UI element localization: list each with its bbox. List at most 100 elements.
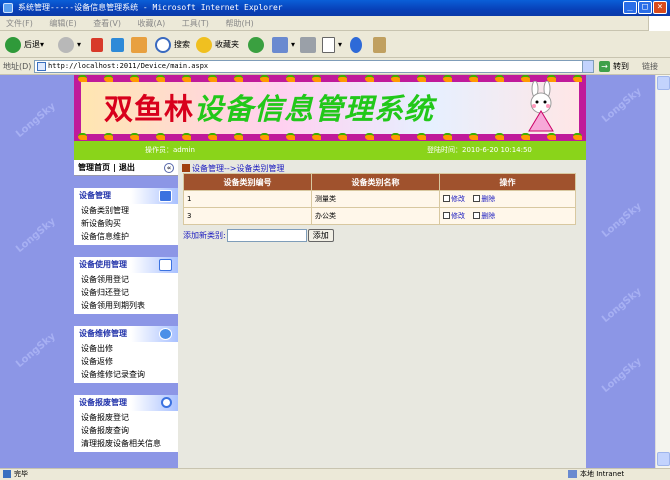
menu-file[interactable]: 文件(F) xyxy=(6,19,33,28)
sidebar-item-purchase[interactable]: 新设备购买 xyxy=(81,217,178,230)
scroll-down-icon[interactable] xyxy=(657,452,670,466)
cell-id: 1 xyxy=(183,190,312,208)
stop-button[interactable] xyxy=(91,36,106,54)
favorites-button[interactable]: 收藏夹 xyxy=(196,36,239,54)
watermark: LongSky xyxy=(600,200,644,241)
sidebar-item-due-list[interactable]: 设备领用到期列表 xyxy=(81,299,178,312)
col-header-name: 设备类别名称 xyxy=(311,173,440,191)
minimize-button[interactable]: _ xyxy=(623,1,637,14)
search-icon xyxy=(155,37,171,53)
print-button[interactable] xyxy=(300,36,319,54)
menu-section-scrap: 设备报废管理 设备报废登记 设备报废查询 清理报废设备相关信息 xyxy=(74,395,178,450)
clipboard-icon xyxy=(159,259,172,271)
menu-favorites[interactable]: 收藏(A) xyxy=(138,19,166,28)
edit-page-button[interactable]: ▾ xyxy=(322,36,342,54)
category-table: 设备类别编号 设备类别名称 操作 1 测量类 修改 删除 3 办公类 修改 删除 xyxy=(183,173,576,225)
banner-title: 双鱼林设备信息管理系统 xyxy=(104,86,434,128)
sidebar-item-repair-out[interactable]: 设备出修 xyxy=(81,342,178,355)
sidebar-item-borrow-register[interactable]: 设备领用登记 xyxy=(81,273,178,286)
table-row: 1 测量类 修改 删除 xyxy=(183,190,576,208)
section-header[interactable]: 设备管理 xyxy=(74,188,178,204)
sidebar-item-return-register[interactable]: 设备归还登记 xyxy=(81,286,178,299)
delete-link[interactable]: 删除 xyxy=(473,212,495,220)
menu-help[interactable]: 帮助(H) xyxy=(225,19,253,28)
research-button[interactable] xyxy=(373,36,389,54)
go-button[interactable]: → 转到 xyxy=(599,61,629,72)
add-category-input[interactable] xyxy=(226,229,307,242)
menu-view[interactable]: 查看(V) xyxy=(93,19,121,28)
search-button[interactable]: 搜索 xyxy=(155,36,190,54)
operator-text: 操作员：admin xyxy=(145,146,195,154)
sidebar-item-category-manage[interactable]: 设备类别管理 xyxy=(81,204,178,217)
sidebar: 管理首页 | 退出 « 设备管理 设备类别管理 新设备购买 设备信息维护 设备使用管… xyxy=(74,160,178,468)
breadcrumb-text[interactable]: 设备管理-->设备类别管理 xyxy=(192,164,284,173)
back-label: 后退 xyxy=(24,40,40,49)
sidebar-item-repair-query[interactable]: 设备维修记录查询 xyxy=(81,368,178,381)
nav-separator: | xyxy=(113,163,116,172)
history-button[interactable] xyxy=(248,36,267,54)
address-label: 地址(D) xyxy=(3,62,32,71)
menu-bar: 文件(F) 编辑(E) 查看(V) 收藏(A) 工具(T) 帮助(H) xyxy=(0,16,670,31)
page-done-icon xyxy=(3,470,11,478)
ie-icon xyxy=(3,3,13,13)
scroll-up-icon[interactable] xyxy=(657,76,670,90)
forward-button[interactable]: ▾ xyxy=(58,36,81,54)
mail-icon xyxy=(272,37,288,53)
menu-edit[interactable]: 编辑(E) xyxy=(49,19,76,28)
admin-home-link[interactable]: 管理首页 xyxy=(78,163,110,172)
back-button[interactable]: 后退 ▾ xyxy=(5,36,44,54)
add-category-button[interactable]: 添加 xyxy=(307,229,334,242)
sidebar-item-info-maintain[interactable]: 设备信息维护 xyxy=(81,230,178,243)
user-info-bar: 操作员：admin 登陆时间：2010-6-20 10:14:50 xyxy=(74,141,586,160)
main-content: 设备管理-->设备类别管理 设备类别编号 设备类别名称 操作 1 测量类 修改 xyxy=(178,160,586,468)
section-header[interactable]: 设备维修管理 xyxy=(74,326,178,342)
url-input[interactable]: http://localhost:2011/Device/main.aspx xyxy=(34,60,594,73)
watermark: LongSky xyxy=(600,85,644,126)
mail-button[interactable]: ▾ xyxy=(272,36,295,54)
watermark: LongSky xyxy=(14,330,58,371)
sidebar-gap xyxy=(74,452,178,468)
refresh-button[interactable] xyxy=(111,36,127,54)
refresh-icon xyxy=(111,38,124,52)
maximize-button[interactable]: □ xyxy=(638,1,652,14)
add-category-form: 添加新类别: 添加 xyxy=(183,229,334,242)
sidebar-item-repair-return[interactable]: 设备返修 xyxy=(81,355,178,368)
sidebar-gap xyxy=(74,314,178,326)
section-header[interactable]: 设备报废管理 xyxy=(74,395,178,411)
sidebar-item-scrap-cleanup[interactable]: 清理报废设备相关信息 xyxy=(81,437,178,450)
collapse-sidebar-icon[interactable]: « xyxy=(164,163,174,173)
window-title: 系统管理-----设备信息管理系统 - Microsoft Internet E… xyxy=(18,3,283,12)
stop-icon xyxy=(91,38,103,52)
window-titlebar: 系统管理-----设备信息管理系统 - Microsoft Internet E… xyxy=(0,0,670,16)
sidebar-item-scrap-register[interactable]: 设备报废登记 xyxy=(81,411,178,424)
address-bar: 地址(D) http://localhost:2011/Device/main.… xyxy=(0,58,670,75)
section-title: 设备维修管理 xyxy=(79,329,127,338)
section-title: 设备报废管理 xyxy=(79,398,127,407)
table-row: 3 办公类 修改 删除 xyxy=(183,207,576,225)
close-button[interactable]: × xyxy=(653,1,667,14)
vertical-scrollbar[interactable] xyxy=(655,75,670,468)
messenger-button[interactable] xyxy=(350,36,365,54)
logout-link[interactable]: 退出 xyxy=(119,163,135,172)
banner-title-part2: 设备信息管理系统 xyxy=(194,92,435,126)
section-header[interactable]: 设备使用管理 xyxy=(74,257,178,273)
menu-section-usage: 设备使用管理 设备领用登记 设备归还登记 设备领用到期列表 xyxy=(74,257,178,312)
back-arrow-icon xyxy=(5,37,21,53)
edit-link[interactable]: 修改 xyxy=(443,195,465,203)
zone-text: 本地 Intranet xyxy=(580,470,625,478)
links-button[interactable]: 链接 xyxy=(642,61,658,72)
home-button[interactable] xyxy=(131,36,150,54)
edit-link[interactable]: 修改 xyxy=(443,212,465,220)
cell-name: 办公类 xyxy=(311,207,440,225)
delete-link[interactable]: 删除 xyxy=(473,195,495,203)
status-bar: 完毕 本地 Intranet xyxy=(0,468,670,479)
section-title: 设备使用管理 xyxy=(79,260,127,269)
sidebar-item-scrap-query[interactable]: 设备报废查询 xyxy=(81,424,178,437)
edit-icon xyxy=(443,212,450,219)
sidebar-gap xyxy=(74,383,178,395)
menu-tools[interactable]: 工具(T) xyxy=(182,19,209,28)
address-dropdown-icon[interactable] xyxy=(582,61,593,72)
sidebar-top-nav: 管理首页 | 退出 « xyxy=(74,160,178,176)
menu-section-repair: 设备维修管理 设备出修 设备返修 设备维修记录查询 xyxy=(74,326,178,381)
section-title: 设备管理 xyxy=(79,191,111,200)
